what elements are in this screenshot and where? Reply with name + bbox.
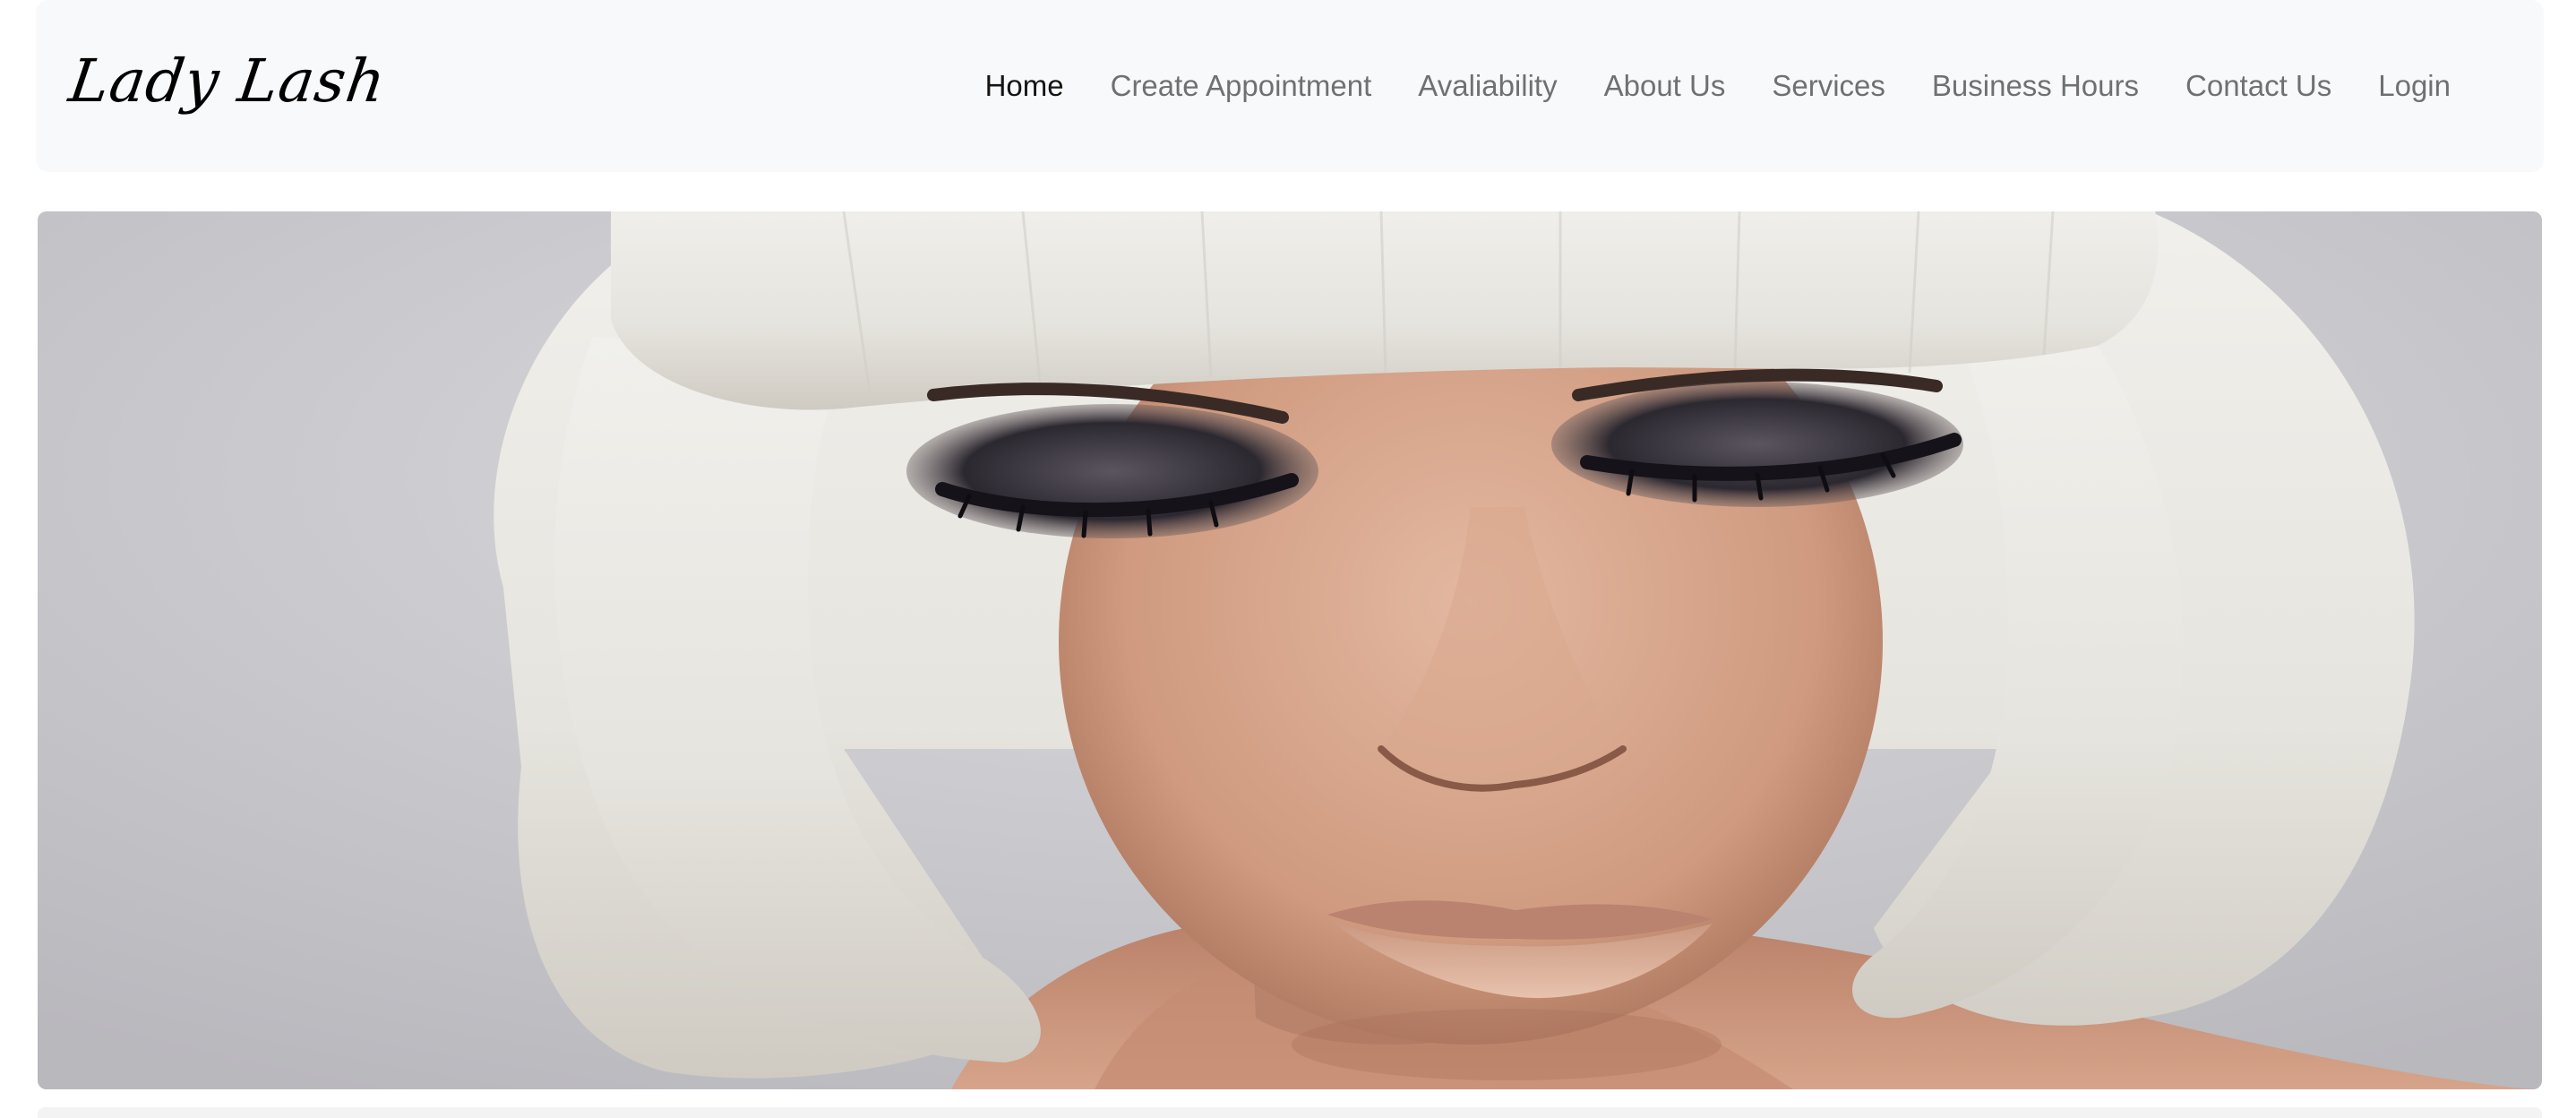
nav-link-login[interactable]: Login xyxy=(2355,69,2474,103)
nav-link-about-us[interactable]: About Us xyxy=(1581,69,1749,103)
nav-link-home[interactable]: Home xyxy=(962,69,1087,103)
nav-link-availability[interactable]: Avaliability xyxy=(1395,69,1580,103)
nav-link-services[interactable]: Services xyxy=(1748,69,1909,103)
nav-link-create-appointment[interactable]: Create Appointment xyxy=(1087,69,1395,103)
nav-link-contact-us[interactable]: Contact Us xyxy=(2162,69,2355,103)
navbar: Lady Lash Home Create Appointment Avalia… xyxy=(36,0,2544,172)
hero-portrait-illustration xyxy=(38,211,2542,1089)
content-container-top-edge xyxy=(38,1107,2542,1118)
page: Lady Lash Home Create Appointment Avalia… xyxy=(0,0,2576,1118)
nav-link-business-hours[interactable]: Business Hours xyxy=(1909,69,2162,103)
brand-logo[interactable]: Lady Lash xyxy=(65,47,391,116)
nav-links: Home Create Appointment Avaliability Abo… xyxy=(962,0,2474,172)
hero-image xyxy=(38,211,2542,1089)
